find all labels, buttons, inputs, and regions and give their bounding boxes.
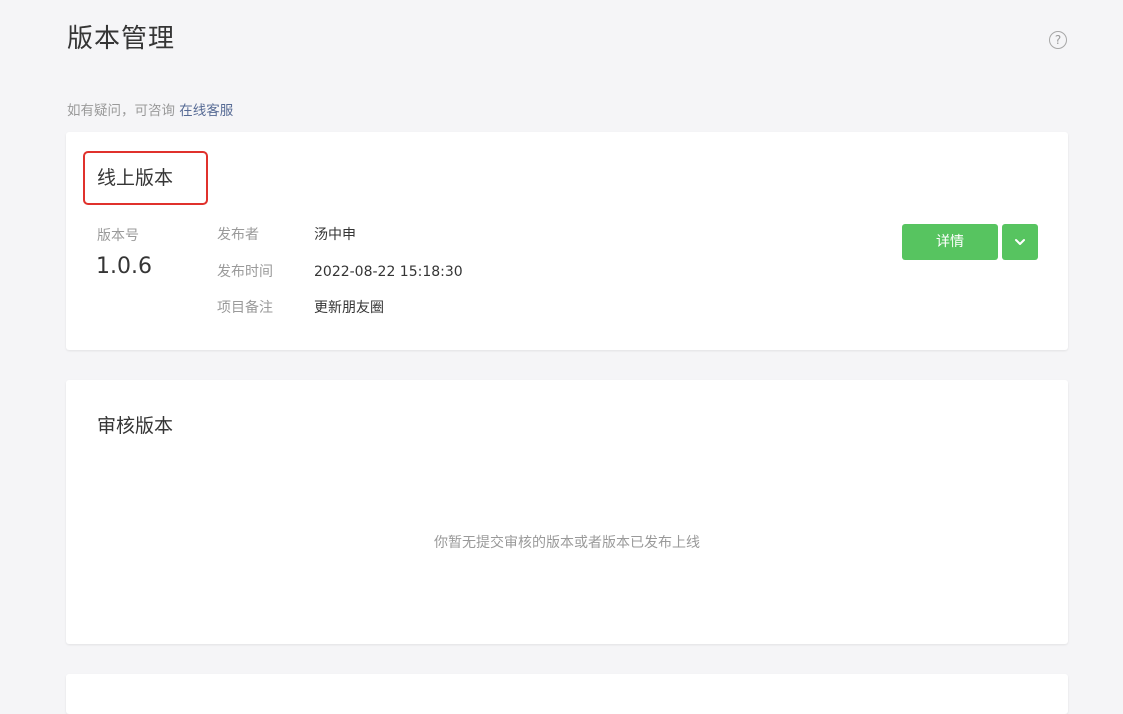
empty-state-text: 你暂无提交审核的版本或者版本已发布上线 bbox=[434, 535, 700, 551]
online-version-title: 线上版本 bbox=[97, 167, 174, 189]
next-section-card bbox=[66, 674, 1068, 714]
page-title: 版本管理 bbox=[67, 24, 176, 54]
publish-time-label: 发布时间 bbox=[217, 264, 273, 280]
review-version-title: 审核版本 bbox=[97, 415, 174, 437]
publish-time-value: 2022-08-22 15:18:30 bbox=[314, 264, 463, 280]
version-number-label: 版本号 bbox=[97, 228, 139, 244]
publisher-value: 汤中申 bbox=[314, 227, 356, 243]
consult-prefix: 如有疑问，可咨询 bbox=[67, 103, 180, 119]
review-version-card: 审核版本 你暂无提交审核的版本或者版本已发布上线 bbox=[66, 380, 1068, 644]
more-actions-dropdown-button[interactable] bbox=[1002, 224, 1038, 260]
publisher-label: 发布者 bbox=[217, 227, 259, 243]
online-service-link[interactable]: 在线客服 bbox=[179, 103, 233, 119]
online-version-card: 线上版本 版本号 1.0.6 发布者 汤中申 发布时间 2022-08-22 1… bbox=[66, 132, 1068, 350]
detail-button[interactable]: 详情 bbox=[902, 224, 998, 260]
chevron-down-icon bbox=[1015, 239, 1025, 245]
project-note-label: 项目备注 bbox=[217, 300, 273, 316]
project-note-value: 更新朋友圈 bbox=[314, 300, 384, 316]
consult-hint: 如有疑问，可咨询 在线客服 bbox=[67, 101, 233, 121]
version-number: 1.0.6 bbox=[96, 254, 152, 279]
question-circle-icon[interactable]: ? bbox=[1049, 31, 1067, 49]
